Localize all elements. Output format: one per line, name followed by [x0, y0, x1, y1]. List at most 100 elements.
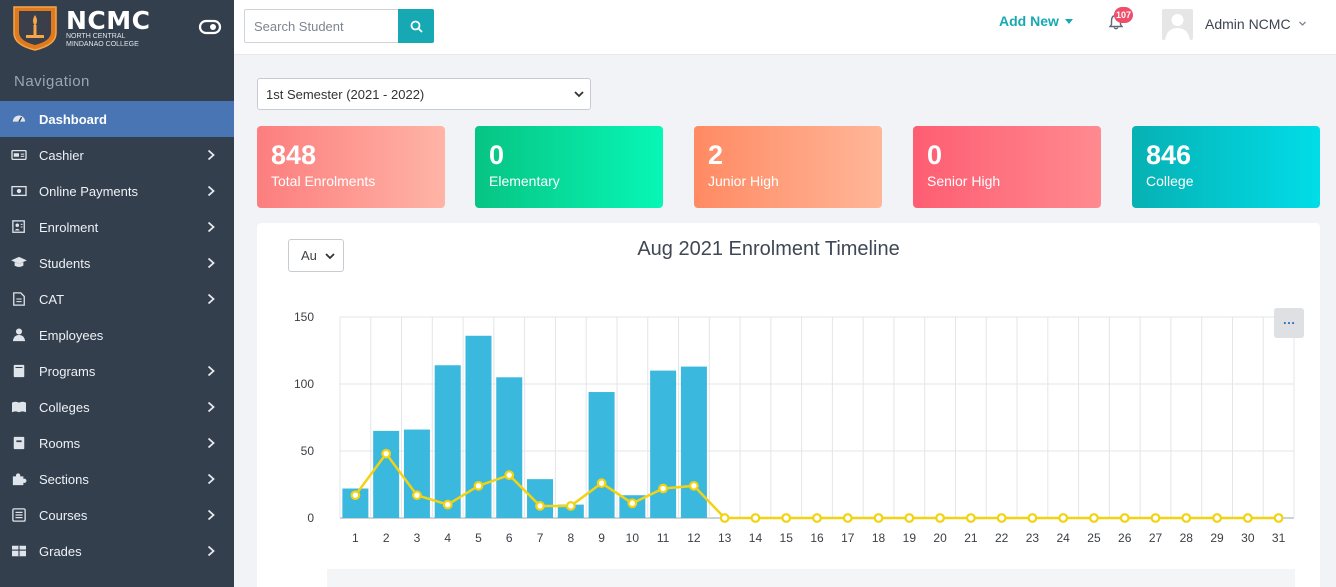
stat-card-senior-high[interactable]: 0 Senior High: [913, 126, 1101, 208]
topbar: Add New 107 Admin NCMC: [234, 0, 1336, 55]
chevron-right-icon: [207, 185, 215, 197]
user-silhouette-icon: [1165, 14, 1190, 40]
sidebar-item-label: Online Payments: [39, 183, 138, 199]
sidebar-item-employees[interactable]: Employees: [0, 317, 234, 353]
sidebar-item-online-payments[interactable]: Online Payments: [0, 173, 234, 209]
chevron-down-icon[interactable]: [1298, 19, 1307, 28]
chevron-right-icon: [207, 221, 215, 233]
line-point: [1119, 513, 1130, 523]
x-tick-label: 25: [1087, 531, 1101, 545]
semester-select[interactable]: 1st Semester (2021 - 2022): [257, 78, 591, 110]
x-tick-label: 30: [1241, 531, 1255, 545]
x-tick-label: 19: [903, 531, 917, 545]
sidebar: NCMC North Central Mindanao College Navi…: [0, 0, 234, 587]
x-tick-label: 26: [1118, 531, 1132, 545]
sidebar-item-cashier[interactable]: Cashier: [0, 137, 234, 173]
chevron-right-icon: [207, 437, 215, 449]
stat-label: College: [1146, 173, 1194, 189]
sidebar-item-grades[interactable]: Grades: [0, 533, 234, 569]
line-point: [1027, 513, 1038, 523]
x-tick-label: 20: [933, 531, 947, 545]
stat-value: 846: [1146, 140, 1192, 170]
search-button[interactable]: [398, 9, 434, 43]
line-point: [1150, 513, 1161, 523]
y-tick-label: 0: [307, 511, 314, 525]
x-tick-label: 6: [506, 531, 513, 545]
line-point: [658, 483, 669, 494]
line-point: [689, 480, 699, 491]
sidebar-item-label: Courses: [39, 507, 88, 523]
y-tick-label: 50: [301, 444, 315, 458]
line-point: [935, 513, 945, 523]
sidebar-item-courses[interactable]: Courses: [0, 497, 234, 533]
sidebar-item-rooms[interactable]: Rooms: [0, 425, 234, 461]
line-point: [535, 501, 545, 511]
x-tick-label: 22: [995, 531, 1009, 545]
user-name[interactable]: Admin NCMC: [1205, 16, 1291, 32]
sidebar-item-cat[interactable]: CAT: [0, 281, 234, 317]
room-icon: [13, 436, 25, 450]
chart-navigator-strip[interactable]: [327, 569, 1295, 587]
enrolment-timeline-card: Au Aug 2021 Enrolment Timeline 0 50 100 150…: [257, 223, 1320, 587]
x-tick-label: 3: [414, 531, 421, 545]
money-icon: [11, 185, 27, 197]
line-point: [1058, 513, 1069, 523]
sidebar-item-programs[interactable]: Programs: [0, 353, 234, 389]
line-point: [750, 513, 761, 523]
cashier-icon: [11, 149, 27, 161]
stat-value: 848: [271, 140, 317, 170]
open-book-icon: [12, 401, 26, 413]
line-point: [812, 513, 822, 523]
stat-label: Total Enrolments: [271, 173, 376, 189]
x-tick-label: 7: [537, 531, 544, 545]
chevron-right-icon: [207, 401, 215, 413]
line-point: [1212, 513, 1222, 523]
line-point: [442, 499, 453, 510]
add-new-dropdown[interactable]: Add New: [999, 13, 1073, 29]
list-icon: [12, 508, 26, 522]
chevron-right-icon: [207, 473, 215, 485]
chevron-right-icon: [207, 365, 215, 377]
sidebar-item-colleges[interactable]: Colleges: [0, 389, 234, 425]
sidebar-item-label: Students: [39, 255, 91, 271]
enrolment-chart: 0501001501 2 3 4 5 6 7 8 9 10 11 12 13 14 15 16 17 18 19 20…: [294, 310, 1295, 545]
bar: [373, 430, 400, 518]
sidebar-item-sections[interactable]: Sections: [0, 461, 234, 497]
sidebar-item-students[interactable]: Students: [0, 245, 234, 281]
x-tick-label: 15: [780, 531, 794, 545]
bar: [650, 370, 677, 518]
search-student-input[interactable]: [244, 9, 399, 43]
x-tick-label: 18: [872, 531, 886, 545]
line-point: [350, 490, 361, 501]
sidebar-item-label: Colleges: [39, 399, 90, 415]
graduation-cap-icon: [11, 256, 27, 267]
line-point: [873, 513, 884, 523]
x-tick-label: 13: [718, 531, 732, 545]
enrolment-icon: [12, 220, 25, 233]
stat-card-junior-high[interactable]: 2 Junior High: [694, 126, 882, 208]
chevron-down-icon: [574, 91, 584, 98]
nav-section-label: Navigation: [14, 73, 90, 90]
stat-label: Junior High: [708, 173, 779, 189]
x-tick-label: 8: [567, 531, 574, 545]
semester-select-value: 1st Semester (2021 - 2022): [266, 86, 425, 102]
sidebar-item-dashboard[interactable]: Dashboard: [0, 101, 234, 137]
chart-menu-button[interactable]: …: [1274, 308, 1304, 338]
line-point: [1089, 513, 1099, 523]
user-tie-icon: [12, 328, 26, 342]
chevron-right-icon: [207, 293, 215, 305]
stat-card-college[interactable]: 846 College: [1132, 126, 1320, 208]
line-point: [565, 501, 576, 511]
sidebar-item-label: Grades: [39, 543, 82, 559]
sidebar-toggle-eye-icon[interactable]: [198, 17, 222, 37]
line-point: [1181, 513, 1192, 523]
line-point: [412, 490, 422, 501]
line-point: [904, 513, 915, 523]
line-point: [596, 478, 607, 489]
stat-card-elementary[interactable]: 0 Elementary: [475, 126, 663, 208]
stat-card-total-enrolments[interactable]: 848 Total Enrolments: [257, 126, 445, 208]
bar: [588, 392, 615, 518]
stat-value: 0: [489, 140, 505, 170]
sidebar-item-enrolment[interactable]: Enrolment: [0, 209, 234, 245]
user-avatar[interactable]: [1162, 9, 1193, 40]
